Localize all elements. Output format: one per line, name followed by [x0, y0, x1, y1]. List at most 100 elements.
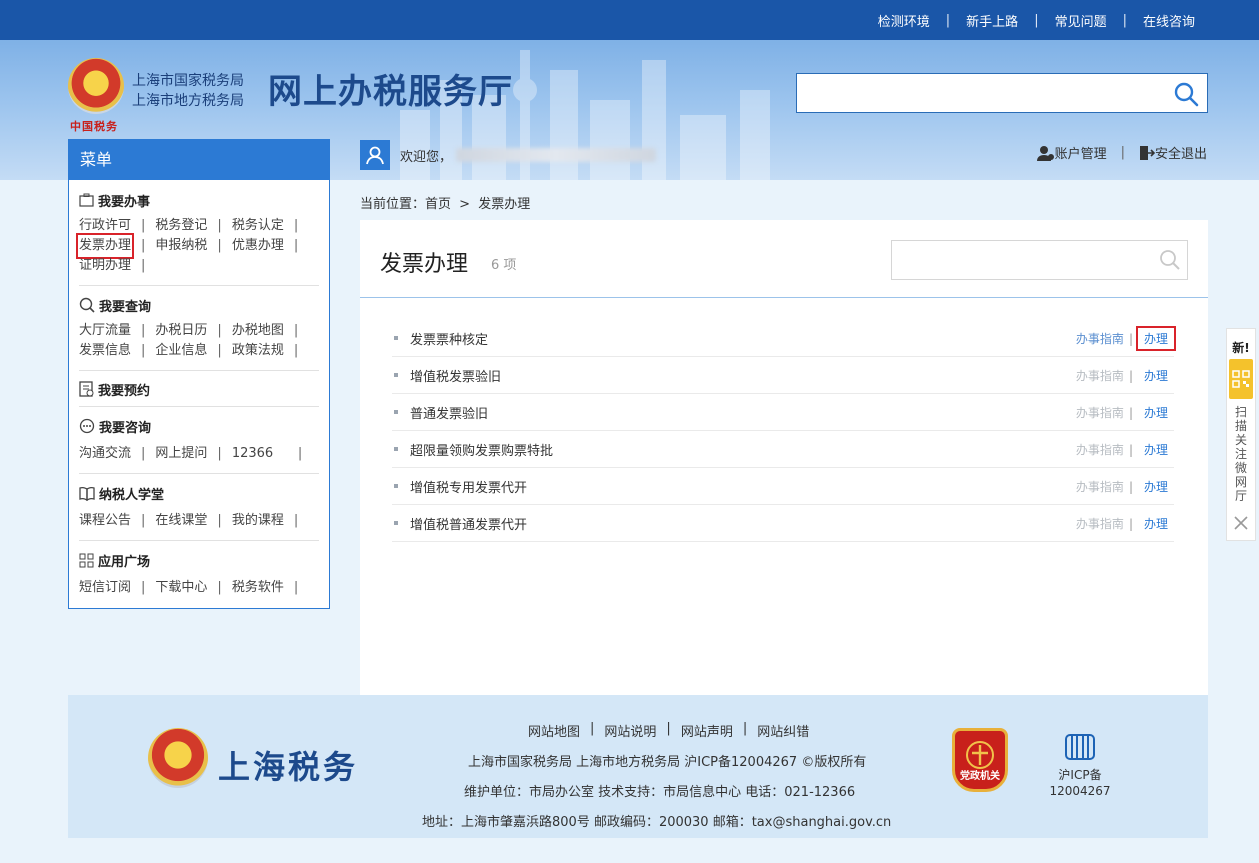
menu-link-company-info[interactable]: 企业信息: [155, 341, 207, 361]
service-name[interactable]: 发票票种核定: [410, 329, 488, 348]
header-search: [796, 73, 1208, 113]
menu-link-preferential[interactable]: 优惠办理: [232, 236, 284, 256]
party-government-badge[interactable]: 党政机关: [952, 728, 1008, 792]
guide-link[interactable]: 办事指南: [1076, 515, 1124, 532]
menu-section-title: 我要办事: [98, 194, 151, 210]
handle-button[interactable]: 办理: [1138, 513, 1174, 534]
menu-section-title: 应用广场: [98, 554, 151, 570]
footer-link-about[interactable]: 网站说明: [604, 721, 656, 740]
search-icon: [79, 297, 95, 313]
list-item: 增值税专用发票代开 办事指南 | 办理: [392, 468, 1174, 505]
menu-link-12366[interactable]: 12366: [232, 444, 288, 464]
menu-link-tax-declaration[interactable]: 申报纳税: [155, 236, 207, 256]
menu-link-admin-permit[interactable]: 行政许可: [79, 216, 131, 236]
logout-link[interactable]: 安全退出: [1139, 143, 1207, 162]
menu-link-course-notice[interactable]: 课程公告: [79, 511, 131, 531]
badge-text: 党政机关: [960, 771, 1000, 782]
menu-link-online-class[interactable]: 在线课堂: [155, 511, 207, 531]
list-item: 增值税普通发票代开 办事指南 | 办理: [392, 505, 1174, 542]
menu-link-communication[interactable]: 沟通交流: [79, 444, 131, 464]
menu-section-consult: 我要咨询 沟通交流 | 网上提问 | 12366 |: [79, 407, 319, 474]
menu-link-invoice[interactable]: 发票办理: [75, 233, 135, 259]
bullet-icon: [394, 484, 398, 488]
menu-section-title: 我要查询: [99, 299, 152, 315]
search-icon[interactable]: [1159, 249, 1181, 271]
qr-code-icon[interactable]: [1229, 359, 1253, 399]
menu-section-appointment[interactable]: 我要预约: [79, 371, 319, 407]
sidebar-menu: 菜单 我要办事 行政许可 | 税务登记 | 税务认定 | 发票办理 | 申报纳税 | 优惠…: [68, 139, 330, 609]
guide-link[interactable]: 办事指南: [1076, 478, 1124, 495]
emblem-caption: 中国税务: [70, 120, 118, 133]
menu-link-tax-software[interactable]: 税务软件: [232, 578, 284, 598]
menu-link-my-courses[interactable]: 我的课程: [232, 511, 284, 531]
footer-link-report-error[interactable]: 网站纠错: [757, 721, 809, 740]
guide-link[interactable]: 办事指南: [1076, 404, 1124, 421]
search-icon[interactable]: [1173, 81, 1199, 107]
guide-link[interactable]: 办事指南: [1076, 367, 1124, 384]
menu-link-invoice-info[interactable]: 发票信息: [79, 341, 131, 361]
top-nav-faq[interactable]: 常见问题: [1055, 11, 1107, 30]
bullet-icon: [394, 447, 398, 451]
guide-link[interactable]: 办事指南: [1076, 330, 1124, 347]
logout-icon: [1139, 145, 1155, 160]
service-list: 发票票种核定 办事指南 | 办理 增值税发票验旧 办事指南 | 办理 普通发票验…: [392, 320, 1177, 542]
handle-button[interactable]: 办理: [1138, 439, 1174, 460]
breadcrumb-label: 当前位置：: [360, 197, 426, 212]
breadcrumb-current: 发票办理: [478, 197, 531, 212]
service-name[interactable]: 超限量领购发票购票特批: [410, 440, 553, 459]
footer: 上海税务 网站地图 | 网站说明 | 网站声明 | 网站纠错 上海市国家税务局 上海市…: [68, 695, 1208, 838]
service-name[interactable]: 增值税发票验旧: [410, 366, 501, 385]
panel-search-input[interactable]: [900, 248, 1150, 272]
hall-title: 网上办税服务厅: [268, 72, 513, 112]
menu-link-hall-traffic[interactable]: 大厅流量: [79, 321, 131, 341]
breadcrumb-home[interactable]: 首页: [425, 197, 451, 212]
handle-button[interactable]: 办理: [1138, 402, 1174, 423]
service-name[interactable]: 增值税普通发票代开: [410, 514, 527, 533]
account-manage-link[interactable]: 账户管理: [1036, 143, 1107, 162]
icp-label: 沪ICP备: [1058, 768, 1102, 782]
bullet-icon: [394, 373, 398, 377]
national-emblem-icon: [148, 728, 208, 788]
appointment-icon: [79, 381, 94, 397]
service-name[interactable]: 普通发票验旧: [410, 403, 488, 422]
menu-link-online-question[interactable]: 网上提问: [155, 444, 207, 464]
menu-link-tax-certification[interactable]: 税务认定: [232, 216, 284, 236]
top-nav-check-env[interactable]: 检测环境: [878, 11, 930, 30]
top-nav-online-consult[interactable]: 在线咨询: [1143, 11, 1195, 30]
account-icon: [1036, 145, 1054, 161]
menu-link-download[interactable]: 下载中心: [155, 578, 207, 598]
national-emblem-icon: [68, 58, 124, 114]
panel-divider: [360, 297, 1208, 298]
bullet-icon: [394, 410, 398, 414]
menu-link-tax-map[interactable]: 办税地图: [232, 321, 284, 341]
guide-link[interactable]: 办事指南: [1076, 441, 1124, 458]
menu-link-policy[interactable]: 政策法规: [232, 341, 284, 361]
top-nav-beginner[interactable]: 新手上路: [966, 11, 1018, 30]
bureau-name-local: 上海市地方税务局: [132, 93, 244, 109]
footer-link-sitemap[interactable]: 网站地图: [528, 721, 580, 740]
menu-section-title: 纳税人学堂: [99, 487, 165, 503]
footer-link-statement[interactable]: 网站声明: [681, 721, 733, 740]
menu-link-tax-calendar[interactable]: 办税日历: [155, 321, 207, 341]
service-name[interactable]: 增值税专用发票代开: [410, 477, 527, 496]
bureau-name-national: 上海市国家税务局: [132, 73, 244, 89]
blurred-username: [456, 148, 657, 162]
footer-copyright: 上海市国家税务局 上海市地方税务局 沪ICP备12004267 ©版权所有: [468, 755, 867, 770]
handle-button[interactable]: 办理: [1135, 326, 1177, 351]
handle-button[interactable]: 办理: [1138, 365, 1174, 386]
header-search-input[interactable]: [805, 80, 1155, 106]
new-label: 新!: [1232, 341, 1250, 355]
wechat-float-widget: 新! 扫描关注微网厅: [1226, 328, 1256, 541]
menu-link-tax-registration[interactable]: 税务登记: [155, 216, 207, 236]
handle-button[interactable]: 办理: [1138, 476, 1174, 497]
menu-section-title: 我要预约: [98, 383, 151, 399]
menu-section-title: 我要咨询: [99, 420, 152, 436]
list-item: 发票票种核定 办事指南 | 办理: [392, 320, 1177, 357]
item-count: 6 项: [491, 258, 517, 273]
menu-link-sms-subscribe[interactable]: 短信订阅: [79, 578, 131, 598]
welcome-bar: 欢迎您，: [360, 139, 657, 171]
menu-link-certificate[interactable]: 证明办理: [79, 256, 131, 276]
close-icon[interactable]: [1234, 516, 1248, 530]
scan-follow-text: 扫描关注微网厅: [1234, 405, 1247, 503]
icp-badge[interactable]: 沪ICP备 12004267: [1048, 729, 1112, 799]
